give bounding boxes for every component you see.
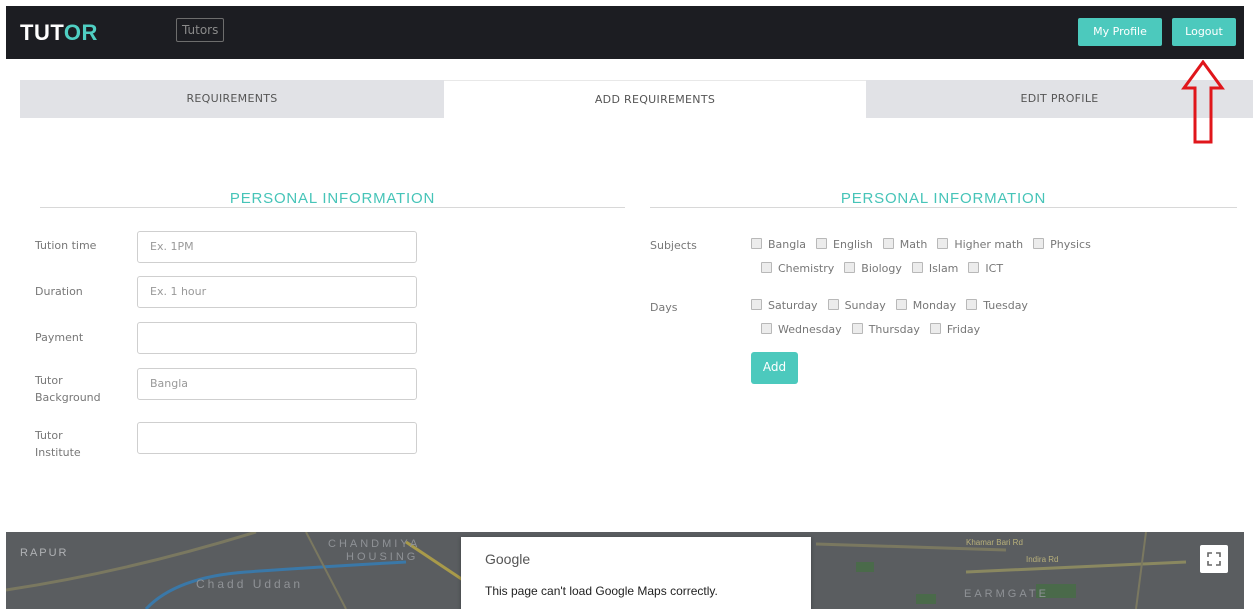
checkbox-icon[interactable] bbox=[1033, 238, 1045, 249]
subject-label: Physics bbox=[1050, 238, 1091, 251]
checkbox-icon[interactable] bbox=[751, 299, 762, 310]
fullscreen-icon bbox=[1207, 552, 1221, 566]
tutors-nav-link[interactable]: Tutors bbox=[176, 18, 225, 42]
tution-time-input[interactable]: Ex. 1PM bbox=[137, 231, 417, 263]
subjects-row-2: Chemistry Biology Islam ICT bbox=[761, 262, 1013, 275]
tutor-background-input[interactable]: Bangla bbox=[137, 368, 417, 400]
day-checkbox-item[interactable]: Tuesday bbox=[966, 299, 1028, 312]
subject-label: ICT bbox=[985, 262, 1004, 275]
brand-logo[interactable]: TUTOR bbox=[20, 20, 98, 46]
day-label: Saturday bbox=[768, 299, 818, 312]
map-label-khamar-bari-rd: Khamar Bari Rd bbox=[966, 538, 1023, 547]
tab-requirements[interactable]: REQUIREMENTS bbox=[20, 80, 444, 118]
day-label: Friday bbox=[946, 323, 981, 336]
checkbox-icon[interactable] bbox=[851, 323, 863, 334]
day-checkbox-item[interactable]: Wednesday bbox=[761, 323, 842, 336]
tutor-background-placeholder: Bangla bbox=[150, 377, 189, 390]
tution-time-label: Tution time bbox=[35, 239, 97, 252]
checkbox-icon[interactable] bbox=[761, 262, 772, 273]
subject-label: Higher math bbox=[954, 238, 1024, 251]
duration-label: Duration bbox=[35, 285, 83, 298]
maps-error-message: This page can't load Google Maps correct… bbox=[485, 584, 718, 598]
map-label-chadd-uddan: Chadd Uddan bbox=[196, 577, 304, 591]
subject-checkbox-item[interactable]: Higher math bbox=[937, 238, 1023, 251]
tutor-institute-input[interactable] bbox=[137, 422, 417, 454]
my-profile-button[interactable]: My Profile bbox=[1078, 18, 1162, 46]
subject-label: Bangla bbox=[768, 238, 807, 251]
logout-button[interactable]: Logout bbox=[1172, 18, 1236, 46]
tab-add-requirements[interactable]: ADD REQUIREMENTS bbox=[444, 80, 866, 118]
add-button[interactable]: Add bbox=[751, 352, 798, 384]
tab-bar: REQUIREMENTS ADD REQUIREMENTS EDIT PROFI… bbox=[20, 80, 1253, 118]
subject-checkbox-item[interactable]: Physics bbox=[1033, 238, 1091, 251]
days-row-2: Wednesday Thursday Friday bbox=[761, 323, 990, 336]
day-label: Monday bbox=[912, 299, 957, 312]
subject-label: Biology bbox=[861, 262, 902, 275]
brand-text-primary: TUT bbox=[20, 20, 64, 45]
day-checkbox-item[interactable]: Saturday bbox=[751, 299, 818, 312]
tutor-background-label: Tutor Background bbox=[35, 372, 101, 406]
checkbox-icon[interactable] bbox=[816, 238, 828, 249]
top-navbar: TUTOR Tutors My Profile Logout bbox=[6, 6, 1244, 59]
right-section-divider bbox=[650, 207, 1237, 208]
subjects-label: Subjects bbox=[650, 239, 697, 252]
subject-checkbox-item[interactable]: English bbox=[816, 238, 873, 251]
subject-checkbox-item[interactable]: Biology bbox=[844, 262, 902, 275]
duration-placeholder: Ex. 1 hour bbox=[150, 285, 207, 298]
map-fullscreen-button[interactable] bbox=[1200, 545, 1228, 573]
map-label-chandmiya: CHANDMIYA bbox=[328, 538, 421, 550]
duration-input[interactable]: Ex. 1 hour bbox=[137, 276, 417, 308]
checkbox-icon[interactable] bbox=[895, 299, 907, 310]
subject-checkbox-item[interactable]: Math bbox=[882, 238, 928, 251]
annotation-arrow-icon bbox=[1181, 60, 1225, 144]
subject-checkbox-item[interactable]: Chemistry bbox=[761, 262, 834, 275]
payment-input[interactable] bbox=[137, 322, 417, 354]
maps-error-dialog: Google This page can't load Google Maps … bbox=[461, 537, 811, 609]
tutor-background-label-line1: Tutor bbox=[35, 374, 63, 387]
tutor-institute-label-line2: Institute bbox=[35, 446, 81, 459]
left-section-title: PERSONAL INFORMATION bbox=[229, 190, 436, 207]
day-checkbox-item[interactable]: Sunday bbox=[827, 299, 886, 312]
checkbox-icon[interactable] bbox=[761, 323, 772, 334]
day-checkbox-item[interactable]: Thursday bbox=[851, 323, 920, 336]
checkbox-icon[interactable] bbox=[827, 299, 839, 310]
tutor-institute-label-line1: Tutor bbox=[35, 429, 63, 442]
days-label: Days bbox=[650, 301, 678, 314]
map-label-farmgate: EARMGATE bbox=[964, 588, 1049, 600]
map-label-rapur: RAPUR bbox=[20, 547, 69, 559]
map-label-indira-rd: Indira Rd bbox=[1026, 555, 1059, 564]
subject-label: Islam bbox=[928, 262, 959, 275]
day-label: Tuesday bbox=[983, 299, 1028, 312]
day-checkbox-item[interactable]: Friday bbox=[929, 323, 981, 336]
checkbox-icon[interactable] bbox=[968, 262, 980, 273]
day-label: Sunday bbox=[844, 299, 886, 312]
google-logo: Google bbox=[485, 551, 531, 567]
right-section-title: PERSONAL INFORMATION bbox=[840, 190, 1047, 207]
subject-checkbox-item[interactable]: Bangla bbox=[751, 238, 806, 251]
tutor-institute-label: Tutor Institute bbox=[35, 427, 81, 461]
tution-time-placeholder: Ex. 1PM bbox=[150, 240, 194, 253]
checkbox-icon[interactable] bbox=[937, 238, 949, 249]
checkbox-icon[interactable] bbox=[751, 238, 762, 249]
checkbox-icon[interactable] bbox=[929, 323, 941, 334]
subject-checkbox-item[interactable]: Islam bbox=[911, 262, 959, 275]
payment-label: Payment bbox=[35, 331, 84, 344]
left-section-divider bbox=[40, 207, 625, 208]
subject-label: English bbox=[833, 238, 873, 251]
checkbox-icon[interactable] bbox=[844, 262, 856, 273]
checkbox-icon[interactable] bbox=[882, 238, 894, 249]
subject-label: Math bbox=[899, 238, 928, 251]
tutor-background-label-line2: Background bbox=[35, 391, 101, 404]
map-label-housing: HOUSING bbox=[346, 551, 419, 563]
subject-label: Chemistry bbox=[778, 262, 835, 275]
checkbox-icon[interactable] bbox=[911, 262, 923, 273]
day-label: Thursday bbox=[868, 323, 920, 336]
days-row-1: Saturday Sunday Monday Tuesday bbox=[751, 299, 1038, 312]
day-checkbox-item[interactable]: Monday bbox=[895, 299, 957, 312]
day-label: Wednesday bbox=[778, 323, 842, 336]
checkbox-icon[interactable] bbox=[966, 299, 978, 310]
subjects-row-1: Bangla English Math Higher math Physics bbox=[751, 238, 1101, 251]
brand-text-accent: OR bbox=[63, 20, 98, 45]
subject-checkbox-item[interactable]: ICT bbox=[968, 262, 1003, 275]
